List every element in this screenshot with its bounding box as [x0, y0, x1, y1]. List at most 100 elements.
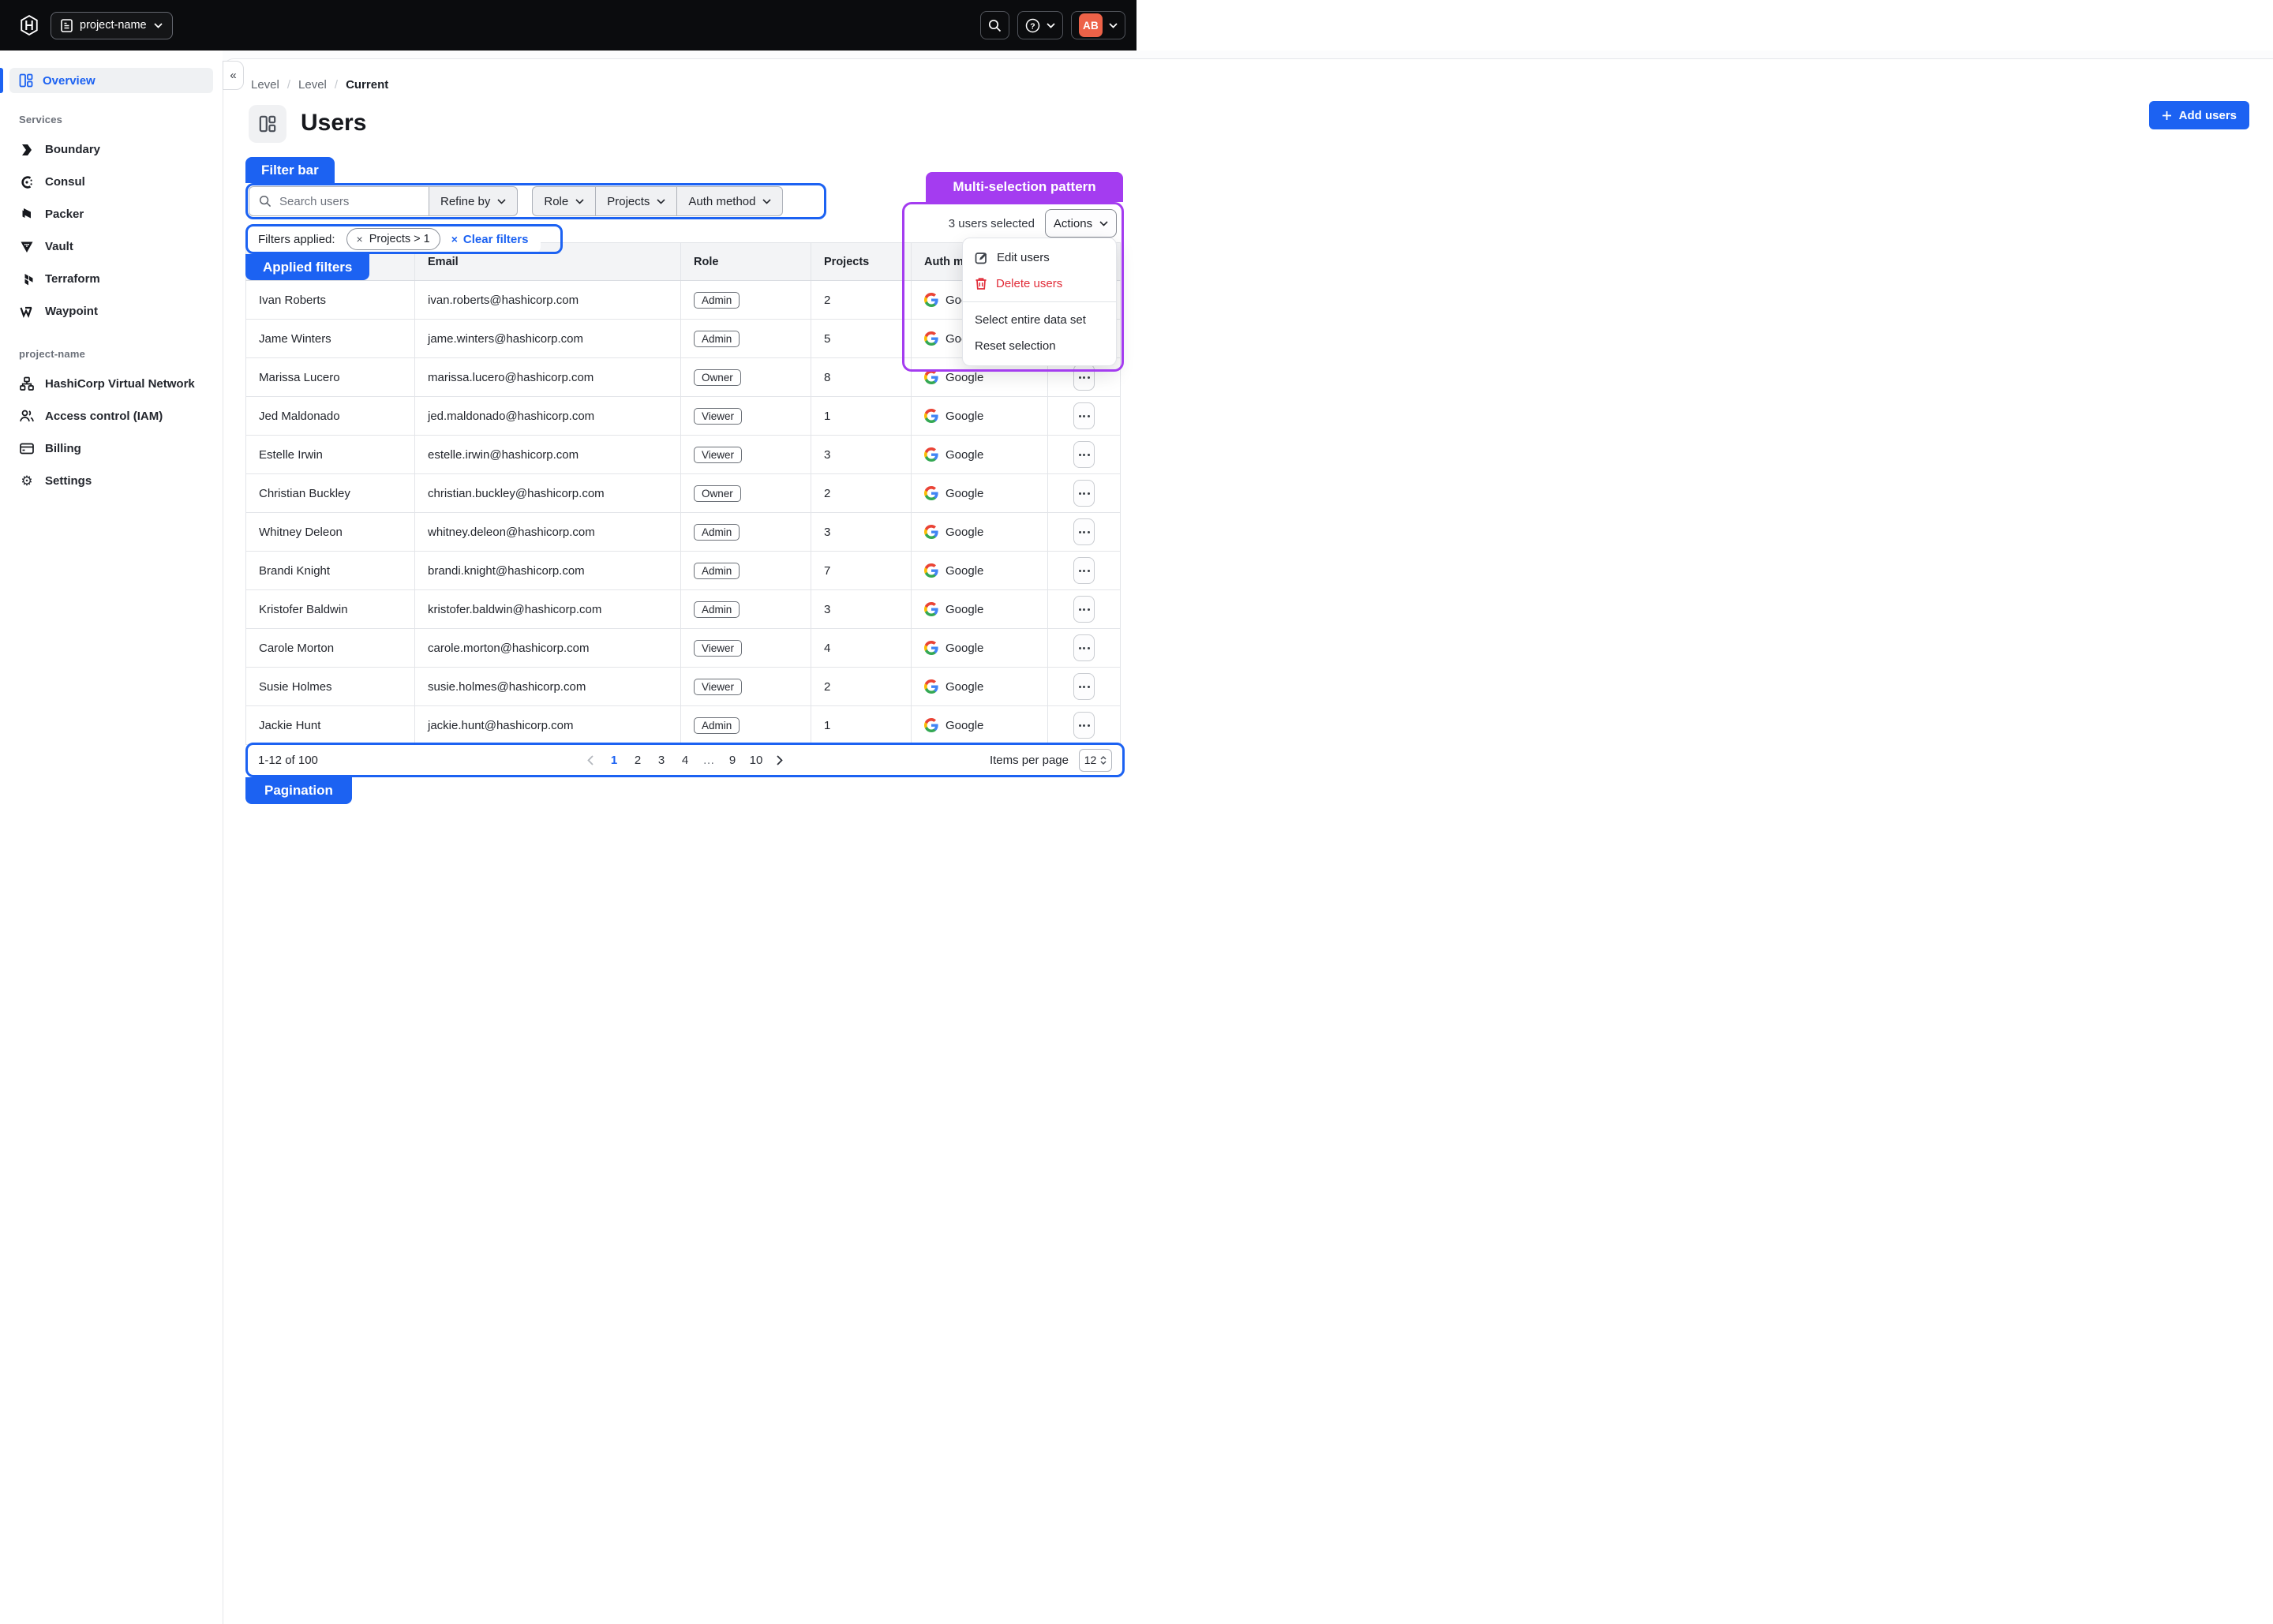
sidebar-item-label: Settings [45, 474, 92, 488]
page-number-10[interactable]: 10 [746, 750, 766, 770]
actions-dropdown-button[interactable]: Actions [1045, 209, 1117, 238]
row-actions-button[interactable] [1073, 557, 1095, 584]
ellipsis-icon [1079, 570, 1090, 572]
user-email: kristofer.baldwin@hashicorp.com [415, 590, 681, 629]
waypoint-icon [19, 305, 35, 319]
account-menu-button[interactable]: AB [1071, 11, 1125, 39]
ellipsis-icon [1079, 686, 1090, 688]
menu-item-reset-selection[interactable]: Reset selection [963, 333, 1116, 359]
auth-method-filter-dropdown[interactable]: Auth method [676, 186, 783, 216]
user-name: Brandi Knight [246, 552, 415, 590]
page-number-3[interactable]: 3 [651, 750, 672, 770]
annotation-applied-filters: Applied filters [245, 254, 369, 280]
projects-count: 3 [811, 436, 912, 474]
google-icon [924, 563, 938, 578]
sidebar-item-label: Terraform [45, 272, 100, 286]
add-users-button[interactable]: Add users [2149, 101, 2249, 129]
auth-method-value: Google [946, 371, 983, 384]
ellipsis-icon [1079, 376, 1090, 379]
previous-page-button[interactable] [580, 750, 601, 770]
chevron-down-icon [762, 199, 771, 204]
sidebar-item-iam[interactable]: Access control (IAM) [0, 400, 223, 432]
ellipsis-icon [1079, 608, 1090, 611]
user-email: jed.maldonado@hashicorp.com [415, 397, 681, 436]
terraform-icon [19, 272, 35, 286]
projects-count: 7 [811, 552, 912, 590]
svg-text:?: ? [1030, 21, 1035, 31]
sidebar-collapse-button[interactable]: « [223, 61, 244, 90]
sidebar-item-terraform[interactable]: Terraform [0, 263, 223, 295]
page-number-2[interactable]: 2 [627, 750, 648, 770]
close-icon: × [357, 234, 363, 245]
sidebar-item-boundary[interactable]: Boundary [0, 133, 223, 166]
user-name: Kristofer Baldwin [246, 590, 415, 629]
breadcrumb-level-1[interactable]: Level [251, 78, 279, 92]
column-header-role[interactable]: Role [681, 243, 811, 281]
chevron-down-icon [497, 199, 506, 204]
items-per-page-stepper[interactable]: 12 [1079, 749, 1112, 772]
page-number-9[interactable]: 9 [722, 750, 743, 770]
sidebar-item-waypoint[interactable]: Waypoint [0, 295, 223, 327]
google-icon [924, 331, 938, 346]
sidebar-item-hvn[interactable]: HashiCorp Virtual Network [0, 368, 223, 400]
user-name: Jed Maldonado [246, 397, 415, 436]
help-menu-button[interactable]: ? [1017, 11, 1063, 39]
user-name: Susie Holmes [246, 668, 415, 706]
projects-count: 4 [811, 629, 912, 668]
actions-menu: Edit users Delete users Select entire da… [962, 238, 1117, 366]
refine-by-dropdown[interactable]: Refine by [429, 186, 518, 216]
auth-method-value: Google [946, 564, 983, 578]
search-users-field[interactable] [249, 186, 429, 216]
clear-filters-link[interactable]: × Clear filters [451, 233, 529, 246]
role-filter-dropdown[interactable]: Role [532, 186, 595, 216]
user-name: Estelle Irwin [246, 436, 415, 474]
sidebar-section-project: project-name [19, 348, 204, 360]
table-row: Jed Maldonado jed.maldonado@hashicorp.co… [246, 397, 1121, 436]
sidebar-item-settings[interactable]: ⚙ Settings [0, 465, 223, 497]
column-header-projects[interactable]: Projects [811, 243, 912, 281]
menu-item-delete-users[interactable]: Delete users [963, 271, 1116, 297]
chevron-down-icon [657, 199, 665, 204]
row-actions-button[interactable] [1073, 402, 1095, 429]
ellipsis-icon [1079, 724, 1090, 727]
sidebar-item-overview[interactable]: Overview [9, 68, 213, 93]
row-actions-button[interactable] [1073, 518, 1095, 545]
search-users-input[interactable] [279, 195, 419, 208]
projects-filter-dropdown[interactable]: Projects [595, 186, 676, 216]
row-actions-button[interactable] [1073, 441, 1095, 468]
auth-method-value: Google [946, 719, 983, 732]
sidebar-item-billing[interactable]: Billing [0, 432, 223, 465]
row-actions-button[interactable] [1073, 634, 1095, 661]
menu-item-select-entire-data-set[interactable]: Select entire data set [963, 307, 1116, 333]
auth-method-value: Google [946, 680, 983, 694]
row-actions-button[interactable] [1073, 364, 1095, 391]
next-page-button[interactable] [770, 750, 790, 770]
filter-chip-label: Projects > 1 [369, 233, 430, 245]
filter-chip[interactable]: × Projects > 1 [346, 228, 440, 250]
plus-icon [2162, 110, 2172, 121]
page-number-1[interactable]: 1 [604, 750, 624, 770]
page-number-4[interactable]: 4 [675, 750, 695, 770]
row-actions-button[interactable] [1073, 673, 1095, 700]
avatar: AB [1079, 13, 1103, 37]
projects-count: 3 [811, 513, 912, 552]
global-search-button[interactable] [980, 11, 1009, 39]
breadcrumb-level-2[interactable]: Level [298, 78, 327, 92]
row-actions-button[interactable] [1073, 596, 1095, 623]
menu-item-edit-users[interactable]: Edit users [963, 245, 1116, 271]
projects-count: 5 [811, 320, 912, 358]
row-actions-button[interactable] [1073, 480, 1095, 507]
user-email: ivan.roberts@hashicorp.com [415, 281, 681, 320]
role-badge: Owner [694, 369, 741, 386]
project-switcher[interactable]: project-name [51, 12, 173, 39]
sidebar-item-vault[interactable]: Vault [0, 230, 223, 263]
user-email: estelle.irwin@hashicorp.com [415, 436, 681, 474]
row-actions-button[interactable] [1073, 712, 1095, 739]
user-name: Jackie Hunt [246, 706, 415, 745]
ellipsis-icon [1079, 492, 1090, 495]
top-nav-bar: project-name ? AB [0, 0, 1136, 51]
sidebar-item-packer[interactable]: Packer [0, 198, 223, 230]
role-badge: Admin [694, 563, 740, 579]
sidebar-item-consul[interactable]: Consul [0, 166, 223, 198]
google-icon [924, 370, 938, 384]
